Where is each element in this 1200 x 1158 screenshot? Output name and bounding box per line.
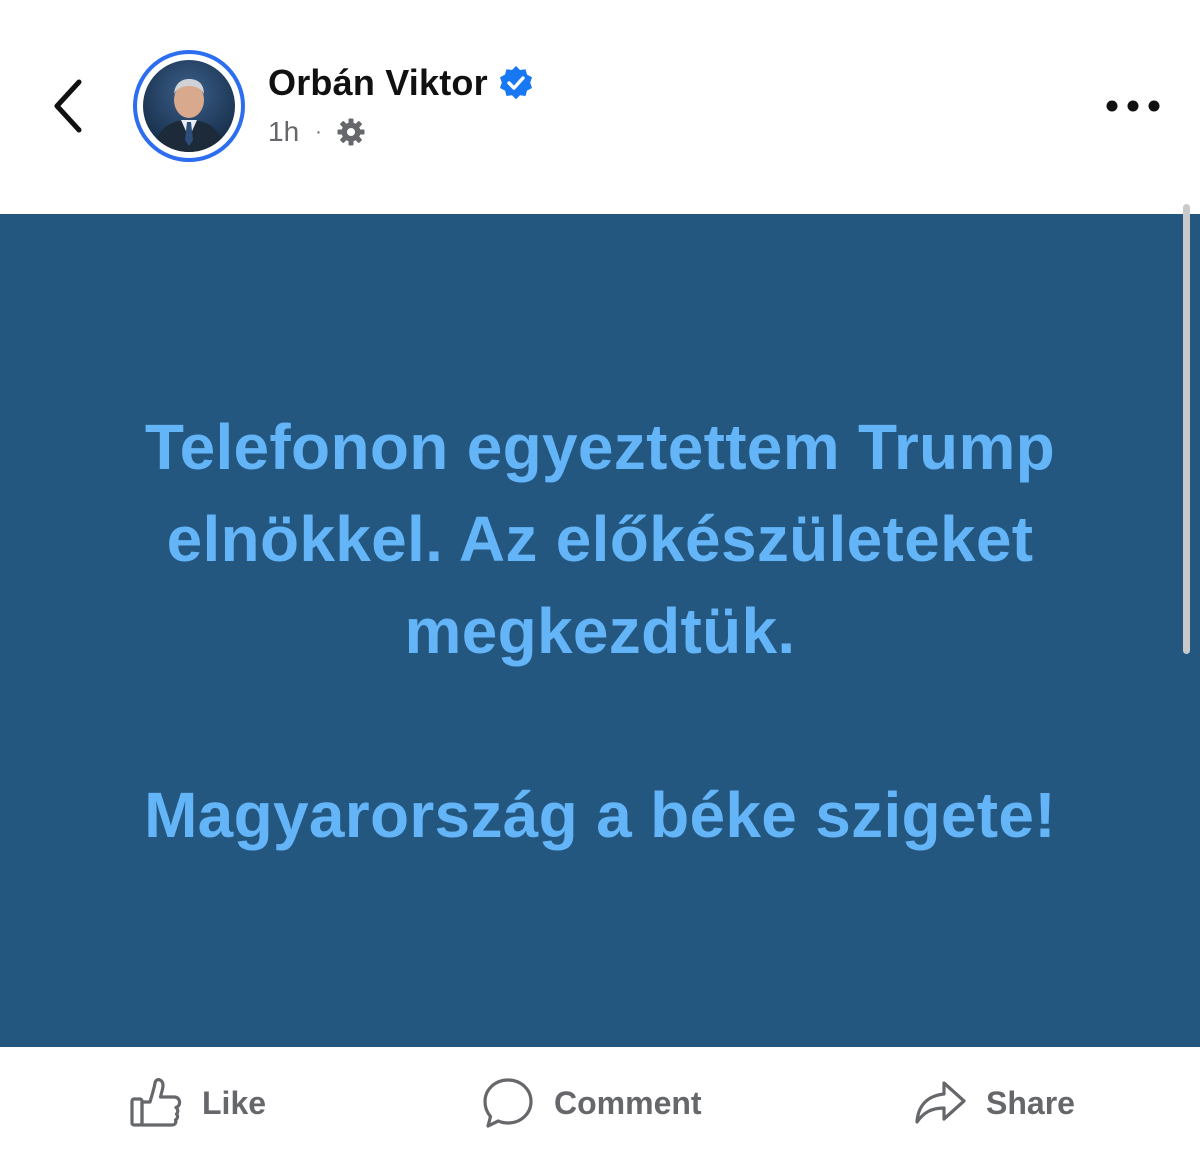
post-header: Orbán Viktor 1h ·	[0, 0, 1200, 214]
post-text-card: Telefonon egyeztettem Trump elnökkel. Az…	[0, 214, 1200, 1047]
verified-badge-icon	[498, 65, 534, 101]
like-button[interactable]: Like	[128, 1075, 266, 1131]
post-paragraph-2: Magyarország a béke szigete!	[144, 779, 1056, 851]
author-name[interactable]: Orbán Viktor	[268, 62, 488, 104]
more-dots-icon	[1106, 100, 1160, 112]
author-avatar[interactable]	[133, 50, 245, 162]
post-meta: 1h ·	[268, 112, 366, 152]
scrollbar[interactable]	[1183, 204, 1190, 654]
post-timestamp[interactable]: 1h	[268, 116, 299, 148]
post-paragraph-1: Telefonon egyeztettem Trump elnökkel. Az…	[144, 411, 1056, 667]
chevron-left-icon	[54, 79, 82, 133]
post-action-bar: Like Comment Share	[0, 1047, 1200, 1158]
comment-button[interactable]: Comment	[480, 1075, 702, 1131]
comment-bubble-icon	[480, 1075, 536, 1131]
post-screen: Orbán Viktor 1h · Telefonon egyeztettem …	[0, 0, 1200, 1158]
share-button[interactable]: Share	[912, 1075, 1075, 1131]
avatar-photo	[143, 60, 235, 152]
gear-icon	[336, 117, 366, 147]
author-row: Orbán Viktor	[268, 60, 534, 106]
back-button[interactable]	[40, 72, 96, 140]
meta-separator: ·	[315, 120, 322, 143]
share-arrow-icon	[912, 1075, 968, 1131]
comment-label: Comment	[554, 1084, 702, 1121]
post-text: Telefonon egyeztettem Trump elnökkel. Az…	[0, 401, 1200, 861]
thumbs-up-icon	[128, 1075, 184, 1131]
more-options-button[interactable]	[1100, 84, 1166, 128]
share-label: Share	[986, 1084, 1075, 1121]
like-label: Like	[202, 1084, 267, 1121]
